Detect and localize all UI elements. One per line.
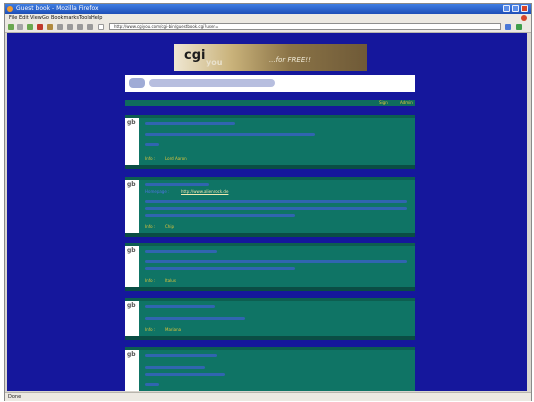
guestbook-entry: gb Info : Lord Aaron bbox=[125, 115, 415, 169]
guestbook-entry: gb Info : Mariana bbox=[125, 298, 415, 340]
guestbook-icon: gb bbox=[127, 119, 136, 126]
status-text: Done bbox=[8, 394, 22, 400]
entry-sender: Chip bbox=[165, 224, 174, 229]
entry-text bbox=[145, 267, 295, 270]
menu-view[interactable]: View bbox=[30, 14, 42, 22]
stop-icon[interactable] bbox=[37, 24, 43, 30]
entry-sidebar: gb bbox=[125, 246, 139, 287]
toolbar-icon[interactable] bbox=[77, 24, 83, 30]
guestbook-icon: gb bbox=[127, 351, 136, 358]
entry-body bbox=[139, 350, 415, 391]
entry-text bbox=[145, 200, 407, 203]
entry-text bbox=[145, 207, 407, 210]
menu-file[interactable]: File bbox=[9, 14, 17, 22]
guestbook-nav: Sign Admin bbox=[125, 100, 415, 106]
status-bar: Done bbox=[5, 392, 531, 401]
menu-tools[interactable]: Tools bbox=[79, 14, 91, 22]
maximize-button[interactable] bbox=[512, 5, 519, 12]
close-button[interactable] bbox=[521, 5, 528, 12]
entry-text bbox=[145, 317, 245, 320]
guestbook-header bbox=[125, 75, 415, 92]
entry-sender-label: Info : bbox=[145, 278, 156, 283]
entry-sender-label: Info : bbox=[145, 156, 156, 161]
entry-title bbox=[145, 122, 235, 125]
guestbook-icon: gb bbox=[127, 302, 136, 309]
guestbook-entry: gb Homepage : http://www.alienrock.de In… bbox=[125, 177, 415, 237]
banner-logo: cgi bbox=[184, 48, 206, 63]
entry-sender-label: Info : bbox=[145, 224, 156, 229]
entry-sender: Mariana bbox=[165, 327, 182, 332]
banner-tagline: ...for FREE!! bbox=[269, 56, 311, 64]
header-title bbox=[149, 79, 275, 87]
entry-title bbox=[145, 305, 215, 308]
nav-admin-link[interactable]: Admin bbox=[400, 99, 413, 107]
entry-text bbox=[145, 143, 159, 146]
banner-logo-suffix: you bbox=[206, 58, 223, 67]
entry-title bbox=[145, 250, 217, 253]
firefox-icon bbox=[7, 6, 13, 12]
activity-icon bbox=[521, 15, 527, 21]
toolbar-icon[interactable] bbox=[87, 24, 93, 30]
search-icon[interactable] bbox=[516, 24, 522, 30]
guestbook-entry: gb bbox=[125, 347, 415, 391]
entry-body: Info : Lord Aaron bbox=[139, 118, 415, 165]
entry-title bbox=[145, 354, 217, 357]
entry-sidebar: gb bbox=[125, 350, 139, 391]
ad-banner[interactable]: cgi you ...for FREE!! bbox=[174, 44, 367, 71]
entry-sidebar: gb bbox=[125, 180, 139, 233]
entry-footer bbox=[125, 287, 415, 291]
home-icon[interactable] bbox=[47, 24, 53, 30]
menu-help[interactable]: Help bbox=[91, 14, 102, 22]
menu-edit[interactable]: Edit bbox=[19, 14, 29, 22]
entry-body: Info : Mariana bbox=[139, 301, 415, 336]
guestbook-icon: gb bbox=[127, 247, 136, 254]
address-bar[interactable]: http://www.cgiyou.com/cgi-bin/guestbook.… bbox=[109, 23, 501, 30]
back-icon[interactable] bbox=[8, 24, 14, 30]
entry-sender-label: Info : bbox=[145, 327, 156, 332]
entry-body: Homepage : http://www.alienrock.de Info … bbox=[139, 180, 415, 233]
entry-footer bbox=[125, 233, 415, 237]
entry-text bbox=[145, 214, 295, 217]
page-content: cgi you ...for FREE!! Sign Admin gb Info… bbox=[7, 33, 527, 391]
entry-text bbox=[145, 383, 159, 386]
entry-sender: Italus bbox=[165, 278, 176, 283]
toolbar-icon[interactable] bbox=[57, 24, 63, 30]
forward-icon[interactable] bbox=[17, 24, 23, 30]
guestbook-entry: gb Info : Italus bbox=[125, 243, 415, 291]
toolbar-icon[interactable] bbox=[67, 24, 73, 30]
entry-text bbox=[145, 260, 407, 263]
reload-icon[interactable] bbox=[27, 24, 33, 30]
page-icon bbox=[98, 24, 104, 30]
minimize-button[interactable] bbox=[503, 5, 510, 12]
entry-sidebar: gb bbox=[125, 118, 139, 165]
menu-bookmarks[interactable]: Bookmarks bbox=[51, 14, 79, 22]
nav-sign-link[interactable]: Sign bbox=[379, 99, 388, 107]
window-title: Guest book - Mozilla Firefox bbox=[16, 5, 99, 12]
entry-sender: Lord Aaron bbox=[165, 156, 187, 161]
header-logo bbox=[129, 78, 145, 88]
entry-text bbox=[145, 373, 225, 376]
menu-go[interactable]: Go bbox=[42, 14, 49, 22]
entry-sidebar: gb bbox=[125, 301, 139, 336]
entry-text bbox=[145, 133, 315, 136]
browser-window: Guest book - Mozilla Firefox File Edit V… bbox=[4, 3, 532, 401]
entry-text bbox=[145, 366, 205, 369]
entry-footer bbox=[125, 165, 415, 169]
go-button[interactable] bbox=[505, 24, 511, 30]
menu-bar: File Edit View Go Bookmarks Tools Help bbox=[5, 14, 531, 22]
address-url: http://www.cgiyou.com/cgi-bin/guestbook.… bbox=[114, 24, 219, 29]
entry-homepage-link[interactable]: http://www.alienrock.de bbox=[181, 189, 228, 195]
navigation-toolbar: http://www.cgiyou.com/cgi-bin/guestbook.… bbox=[5, 22, 531, 33]
entry-footer bbox=[125, 336, 415, 340]
entry-body: Info : Italus bbox=[139, 246, 415, 287]
title-bar: Guest book - Mozilla Firefox bbox=[5, 4, 531, 14]
guestbook-icon: gb bbox=[127, 181, 136, 188]
entry-homepage-label: Homepage : bbox=[145, 189, 170, 194]
entry-title bbox=[145, 183, 209, 186]
